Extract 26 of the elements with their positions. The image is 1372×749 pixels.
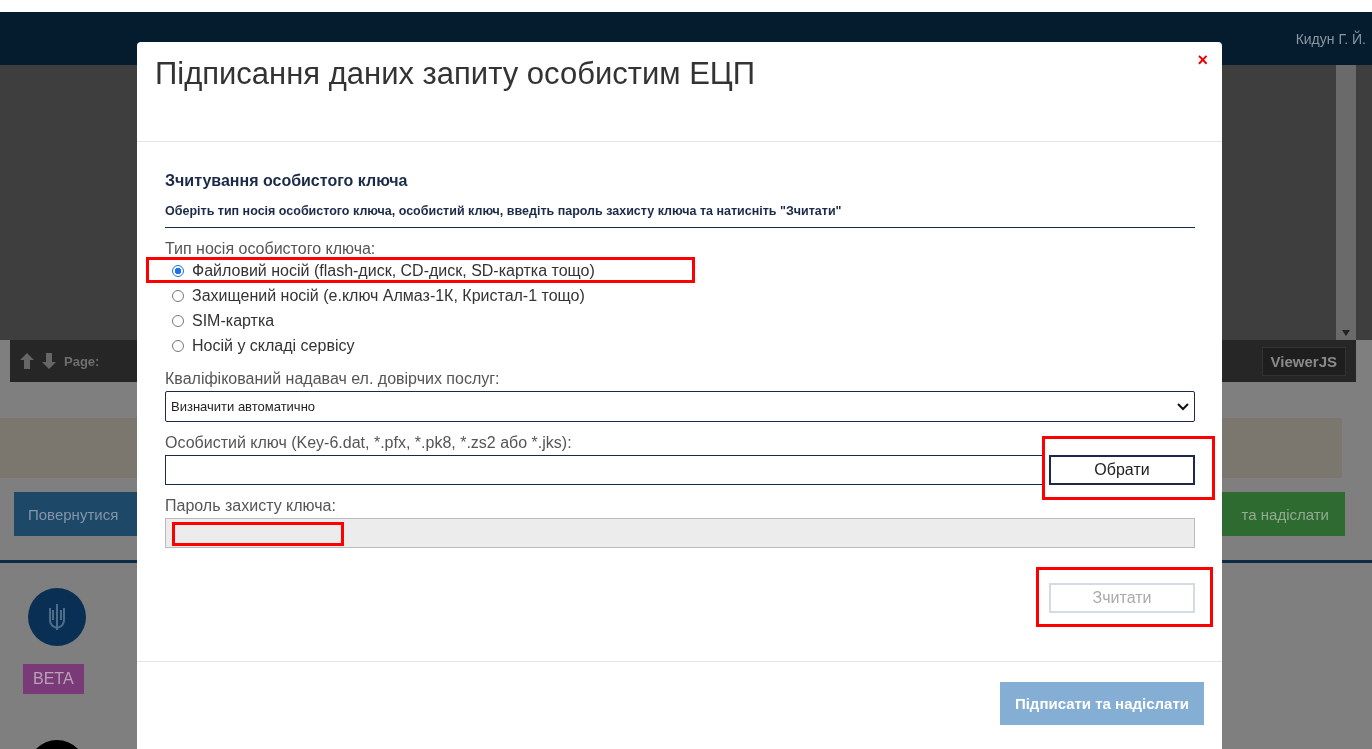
radio-label[interactable]: SIM-картка (192, 311, 275, 330)
emblem-icon (28, 588, 86, 646)
radio-button[interactable] (172, 264, 184, 277)
up-arrow-icon[interactable] (20, 353, 34, 369)
media-type-label: Тип носія особистого ключа: (165, 240, 377, 258)
chevron-down-icon (1177, 402, 1189, 411)
provider-select[interactable]: Визначити автоматично (165, 391, 1195, 422)
radio-label[interactable]: Захищений носій (е.ключ Алмаз-1К, Кристал-1 тощо) (192, 286, 585, 305)
provider-label: Кваліфікований надавач ел. довірчих послуг: (165, 370, 501, 388)
instruction-text: Оберіть тип носія особистого ключа, особистий ключ, введіть пароль захисту ключа та натисніть "Зчитати" (165, 204, 1195, 228)
section-title: Зчитування особистого ключа (165, 172, 409, 190)
close-button[interactable]: × (1195, 48, 1210, 73)
browse-button[interactable]: Обрати (1049, 455, 1195, 485)
radio-label[interactable]: Носій у складі сервісу (192, 336, 355, 355)
beta-badge: BETA (23, 664, 84, 694)
user-name[interactable]: Кидун Г. Й. (1295, 30, 1366, 47)
scrollbar[interactable] (1336, 65, 1356, 340)
down-arrow-icon[interactable] (42, 353, 56, 369)
key-file-label: Особистий ключ (Key-6.dat, *.pfx, *.pk8, *.zs2 або *.jks): (165, 434, 573, 452)
key-file-field[interactable] (165, 455, 1043, 485)
viewerjs-button[interactable]: ViewerJS (1261, 346, 1346, 376)
radio-label[interactable]: Файловий носій (flash-диск, CD-диск, SD-картка тощо) (192, 261, 595, 280)
scroll-down-icon[interactable] (1342, 330, 1350, 336)
dialog-title: Підписання даних запиту особистим ЕЦП (155, 55, 756, 92)
password-label: Пароль захисту ключа: (165, 497, 337, 515)
page-label: Page: (64, 353, 100, 369)
